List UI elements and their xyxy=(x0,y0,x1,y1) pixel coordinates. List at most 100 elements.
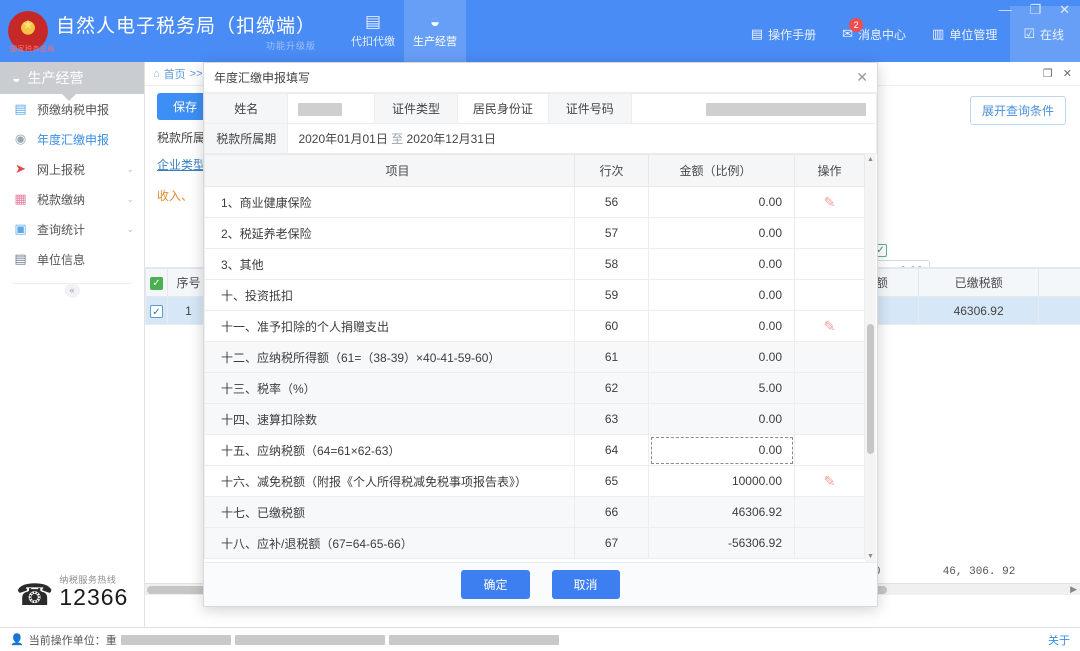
sidebar-item-online-filing[interactable]: ➤ 网上报税 ⌄ xyxy=(0,154,144,184)
row-operation-cell xyxy=(794,403,865,435)
row-amount-cell[interactable]: 0.00 xyxy=(648,434,795,466)
list-icon: ▤ xyxy=(14,251,27,266)
status-bar: 👤 当前操作单位： 重 关于 xyxy=(0,627,1080,651)
row-operation-cell xyxy=(794,496,865,528)
scrollbar-thumb[interactable] xyxy=(867,324,874,454)
scroll-up-arrow-icon[interactable]: ▲ xyxy=(865,154,876,165)
row-amount-cell[interactable]: 0.00 xyxy=(648,186,795,218)
sidebar-item-unit-info[interactable]: ▤ 单位信息 xyxy=(0,244,144,274)
sidebar-item-label: 预缴纳税申报 xyxy=(37,102,110,117)
row-operation-cell[interactable]: ✎ xyxy=(794,310,865,342)
declaration-row[interactable]: 十三、税率（%） 62 5.00 xyxy=(204,372,865,404)
chevron-down-icon: ⌄ xyxy=(126,193,134,204)
header-action-messages[interactable]: ✉ 2 消息中心 xyxy=(829,6,919,62)
period-start: 2020年01月01日 xyxy=(298,132,388,146)
close-icon[interactable]: ✕ xyxy=(856,70,868,84)
vertical-scrollbar[interactable]: ▲ ▼ xyxy=(865,154,876,562)
declaration-row[interactable]: 十六、减免税额（附报《个人所得税减免税事项报告表》） 65 10000.00 ✎ xyxy=(204,465,865,497)
declaration-row[interactable]: 十八、应补/退税额（67=64-65-66） 67 -56306.92 xyxy=(204,527,865,559)
declaration-row[interactable]: 十七、已缴税额 66 46306.92 xyxy=(204,496,865,528)
name-value xyxy=(287,93,375,124)
sidebar-item-tax-payment[interactable]: ▦ 税款缴纳 ⌄ xyxy=(0,184,144,214)
scroll-right-arrow-icon[interactable]: ▶ xyxy=(1070,584,1077,595)
row-operation-cell xyxy=(794,372,865,404)
column-header-line-no: 行次 xyxy=(574,154,649,187)
row-line-number-cell: 66 xyxy=(574,496,649,528)
breadcrumb-home[interactable]: 首页 xyxy=(164,66,186,82)
row-paid-cell: 46306.92 xyxy=(918,296,1040,325)
wallet-icon: ▤ xyxy=(364,12,382,31)
declaration-row[interactable]: 十、投资抵扣 59 0.00 xyxy=(204,279,865,311)
row-amount-cell[interactable]: 5.00 xyxy=(648,372,795,404)
declaration-row[interactable]: 1、商业健康保险 56 0.00 ✎ xyxy=(204,186,865,218)
header-action-label: 在线 xyxy=(1039,27,1064,42)
declaration-row[interactable]: 十二、应纳税所得额（61=（38-39）×40-41-59-60） 61 0.00 xyxy=(204,341,865,373)
row-operation-cell xyxy=(794,248,865,280)
mode-tab-label: 生产经营 xyxy=(413,36,458,48)
header-action-online-status[interactable]: ☑ 在线 xyxy=(1010,6,1080,62)
declaration-row[interactable]: 2、税延养老保险 57 0.00 xyxy=(204,217,865,249)
declaration-table: 项目 行次 金额（比例） 操作 1、商业健康保险 56 0.00 ✎ 2、税延养老保险 5… xyxy=(204,154,865,559)
cancel-button[interactable]: 取消 xyxy=(551,570,620,599)
column-header-operation: 操作 xyxy=(794,154,865,187)
row-operation-cell[interactable]: ✎ xyxy=(794,465,865,497)
row-amount-cell[interactable]: 0.00 xyxy=(648,248,795,280)
row-item-cell: 十四、速算扣除数 xyxy=(204,403,575,435)
column-header-paid: 已缴税额 xyxy=(918,268,1040,297)
row-amount-cell[interactable]: 46306.92 xyxy=(648,496,795,528)
about-link[interactable]: 关于 xyxy=(1048,632,1070,648)
redacted-unit-a xyxy=(120,634,231,645)
select-all-header[interactable]: ✓ xyxy=(145,268,168,297)
message-badge: 2 xyxy=(849,18,864,32)
declaration-row[interactable]: 十一、准予扣除的个人捐赠支出 60 0.00 ✎ xyxy=(204,310,865,342)
panel-close-button[interactable]: ✕ xyxy=(1063,67,1072,80)
row-amount-cell[interactable]: 0.00 xyxy=(648,310,795,342)
chevron-down-icon: ⌄ xyxy=(126,223,134,234)
row-line-number-cell: 57 xyxy=(574,217,649,249)
id-type-label: 证件类型 xyxy=(373,93,459,124)
dialog-footer: 确定 取消 xyxy=(204,562,877,606)
select-all-checkbox[interactable]: ✓ xyxy=(149,277,163,290)
sidebar-item-annual-declaration[interactable]: ◉ 年度汇缴申报 xyxy=(0,124,144,154)
mode-tab-business[interactable]: ◒ 生产经营 xyxy=(404,0,467,62)
header-action-unit-management[interactable]: ▥ 单位管理 xyxy=(919,6,1010,62)
row-amount-cell[interactable]: -56306.92 xyxy=(648,527,795,559)
row-item-cell: 十、投资抵扣 xyxy=(204,279,575,311)
sidebar-item-query-statistics[interactable]: ▣ 查询统计 ⌄ xyxy=(0,214,144,244)
header-actions: ▤ 操作手册 ✉ 2 消息中心 ▥ 单位管理 ☑ 在线 xyxy=(738,0,1080,62)
row-operation-cell[interactable]: ✎ xyxy=(794,186,865,218)
sidebar-item-label: 税款缴纳 xyxy=(37,192,86,207)
row-line-number-cell: 67 xyxy=(574,527,649,559)
header-action-manual[interactable]: ▤ 操作手册 xyxy=(738,6,829,62)
edit-document-icon[interactable]: ✎ xyxy=(820,193,839,212)
service-hotline: ☎ 纳税服务热线 12366 xyxy=(16,573,128,611)
expand-query-conditions-button[interactable]: 展开查询条件 xyxy=(969,96,1066,125)
scroll-down-arrow-icon[interactable]: ▼ xyxy=(865,551,876,562)
sidebar-item-label: 网上报税 xyxy=(37,162,86,177)
redacted-unit-c xyxy=(388,634,559,645)
id-number-label: 证件号码 xyxy=(547,93,633,124)
row-amount-cell[interactable]: 0.00 xyxy=(648,341,795,373)
row-amount-cell[interactable]: 0.00 xyxy=(648,403,795,435)
collapse-sidebar-button[interactable]: « xyxy=(64,283,80,298)
paperplane-icon: ➤ xyxy=(15,161,26,176)
edit-document-icon[interactable]: ✎ xyxy=(820,317,839,336)
status-value: 重 xyxy=(105,634,117,647)
row-select-cell[interactable]: ✓ xyxy=(145,296,168,325)
online-icon: ☑ xyxy=(1023,26,1035,41)
coins-icon: ◒ xyxy=(429,12,441,31)
edit-document-icon[interactable]: ✎ xyxy=(820,472,839,491)
mode-tabs: ▤ 代扣代缴 ◒ 生产经营 xyxy=(342,0,467,62)
mode-tab-withholding[interactable]: ▤ 代扣代缴 xyxy=(342,0,404,62)
declaration-row[interactable]: 3、其他 58 0.00 xyxy=(204,248,865,280)
sidebar-item-label: 查询统计 xyxy=(37,222,86,237)
confirm-button[interactable]: 确定 xyxy=(461,570,530,599)
row-amount-cell[interactable]: 0.00 xyxy=(648,279,795,311)
panel-restore-button[interactable]: ❐ xyxy=(1043,67,1053,80)
declaration-row[interactable]: 十五、应纳税额（64=61×62-63） 64 0.00 xyxy=(204,434,865,466)
row-amount-cell[interactable]: 0.00 xyxy=(648,217,795,249)
app-title: 自然人电子税务局（扣缴端） xyxy=(56,15,317,37)
declaration-row[interactable]: 十四、速算扣除数 63 0.00 xyxy=(204,403,865,435)
row-amount-cell[interactable]: 10000.00 xyxy=(648,465,795,497)
row-checkbox[interactable]: ✓ xyxy=(149,304,163,318)
